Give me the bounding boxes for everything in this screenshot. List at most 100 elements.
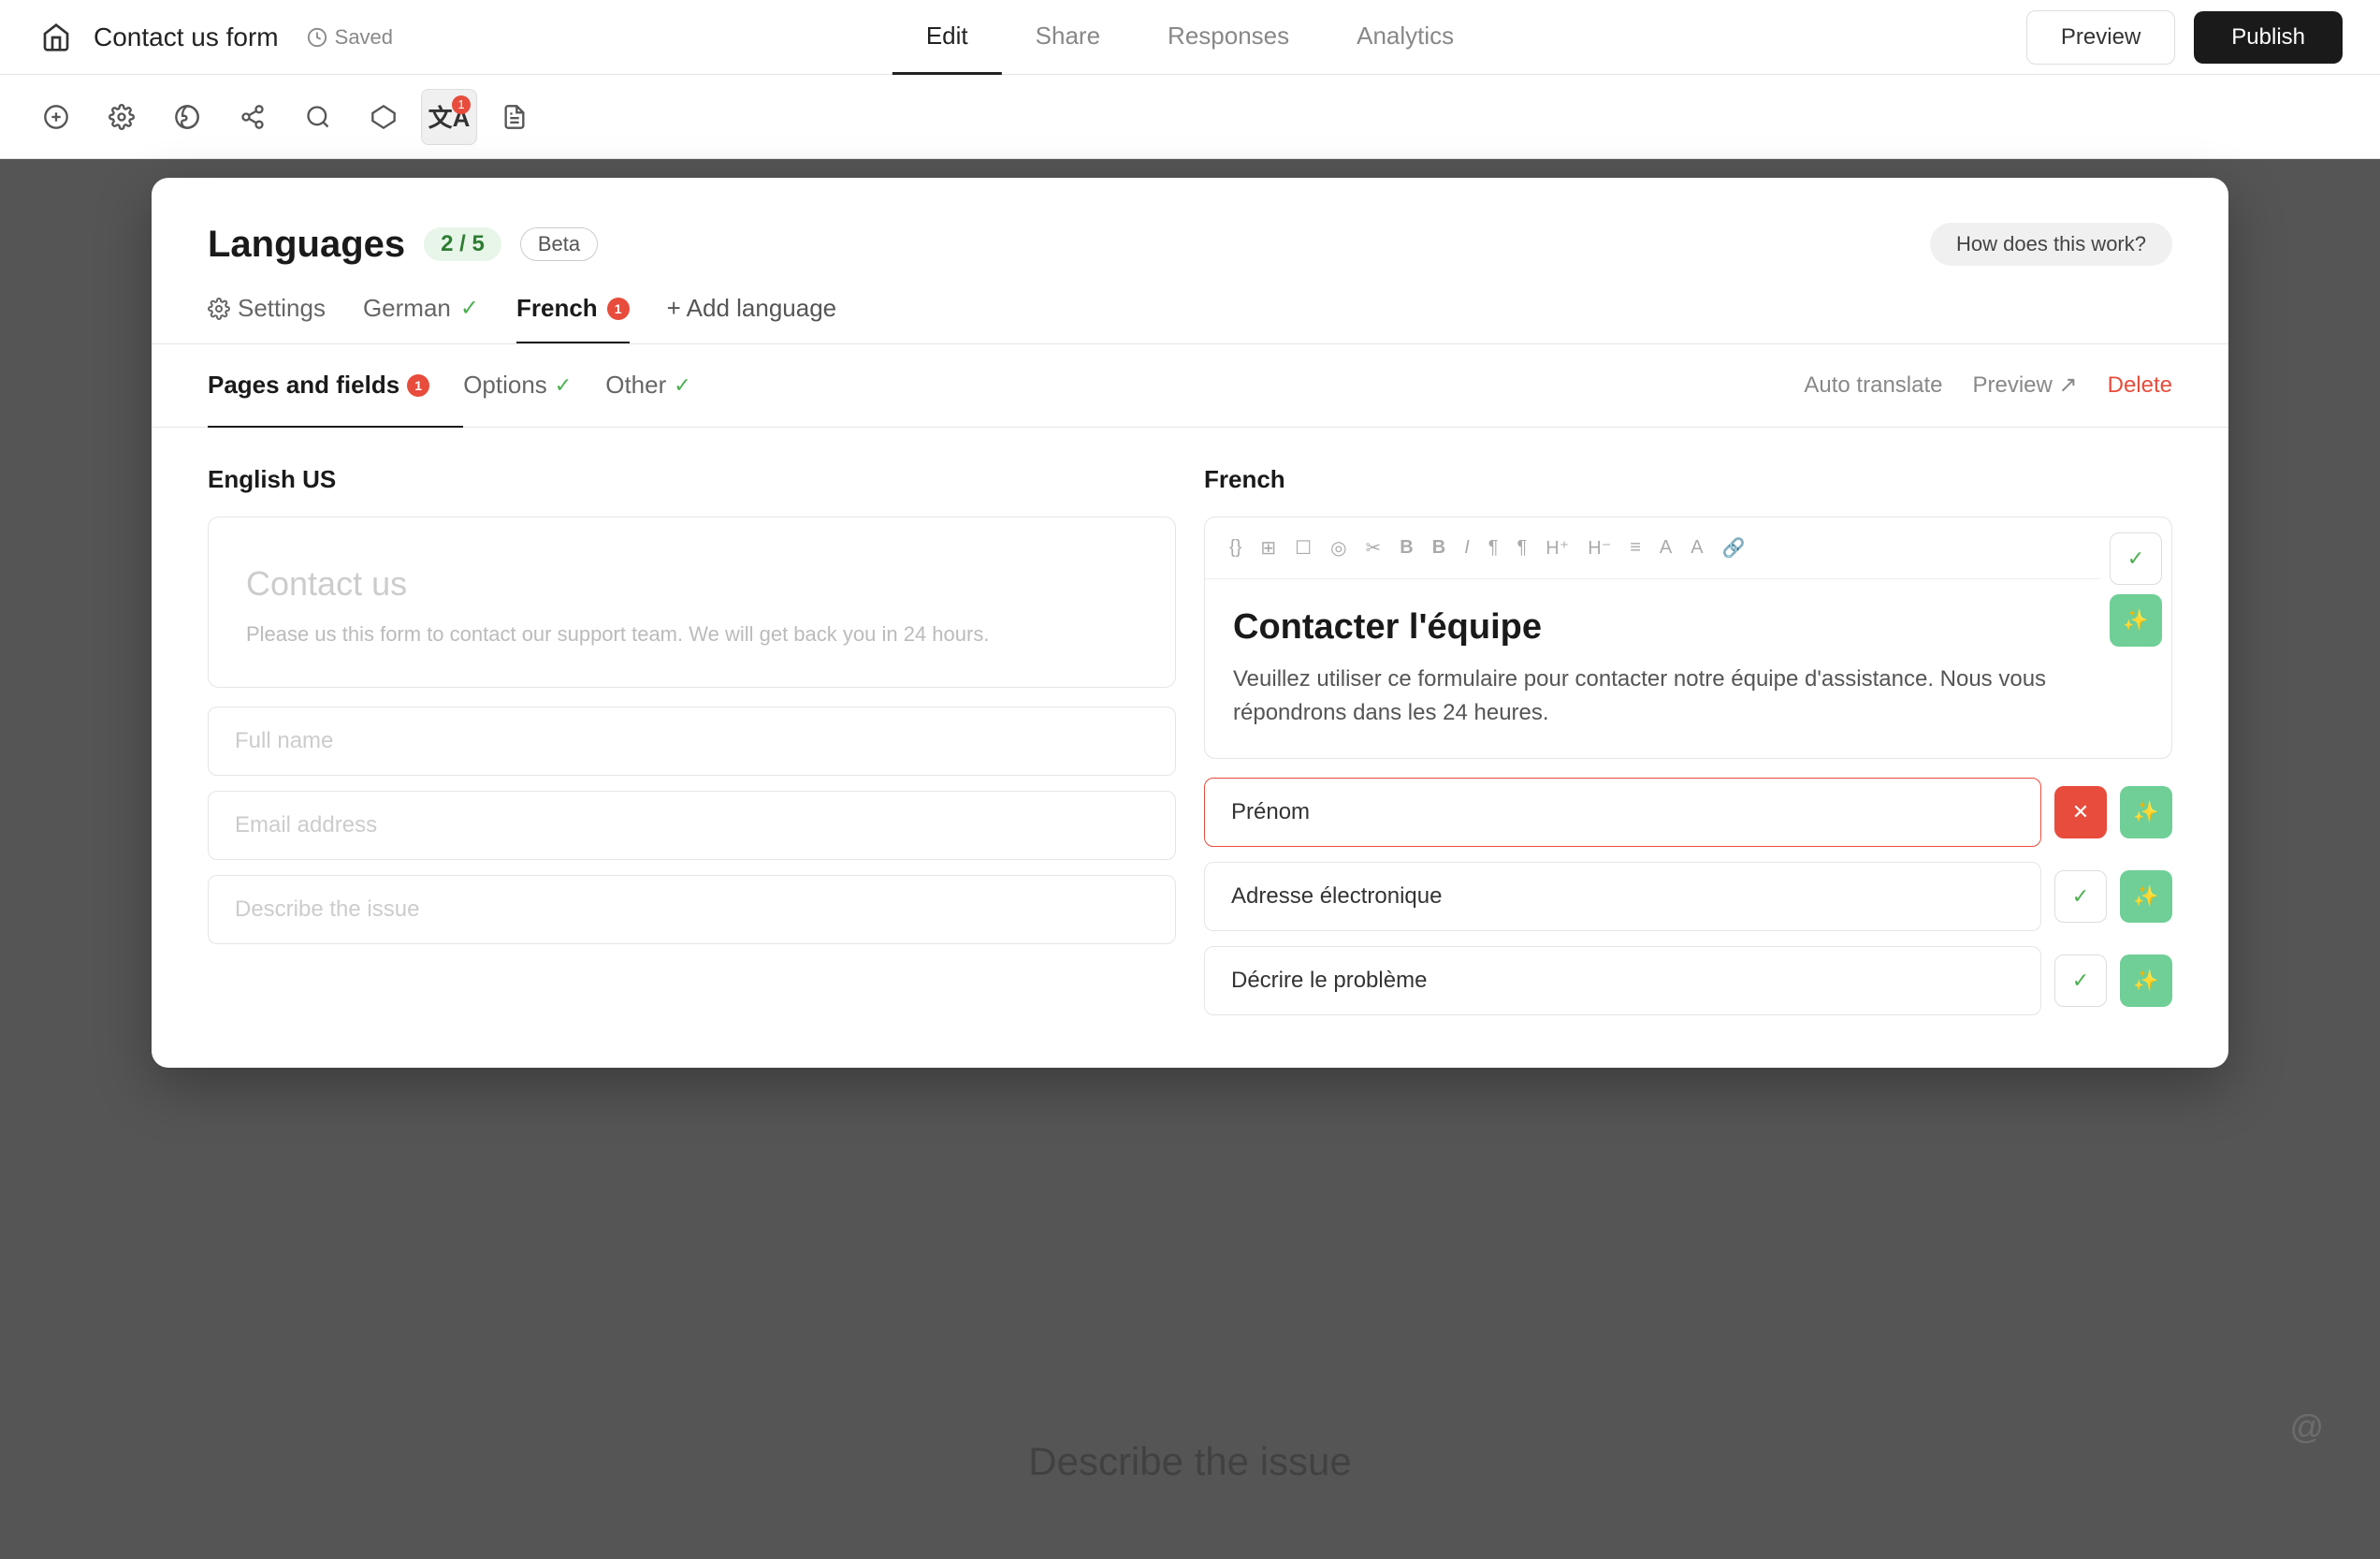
lang-count-badge: 2 / 5 — [424, 227, 501, 261]
sub-tab-group: Pages and fields 1 Options ✓ Other ✓ — [208, 344, 725, 427]
translate-icon[interactable]: 文A 1 — [421, 89, 477, 145]
tool-h2[interactable]: H⁻ — [1582, 532, 1617, 563]
home-icon[interactable] — [37, 19, 75, 56]
sub-tab-options[interactable]: Options ✓ — [463, 344, 605, 428]
fr-field-email[interactable] — [1204, 862, 2041, 931]
sub-tab-other[interactable]: Other ✓ — [605, 344, 724, 428]
fr-field-row-3: ✓ ✨ — [1204, 946, 2172, 1015]
settings-icon[interactable] — [94, 89, 150, 145]
toolbar: 文A 1 — [0, 75, 2380, 159]
fr-field-row-2: ✓ ✨ — [1204, 862, 2172, 931]
lang-tab-add[interactable]: + Add language — [667, 294, 836, 343]
translate-badge: 1 — [452, 95, 471, 114]
en-form-title: Contact us — [246, 564, 1138, 604]
nav-tab-edit[interactable]: Edit — [892, 0, 1002, 75]
connect-icon[interactable] — [356, 89, 412, 145]
fr-editor-wand-btn[interactable]: ✨ — [2110, 594, 2162, 647]
beta-badge: Beta — [520, 227, 598, 261]
share-icon[interactable] — [225, 89, 281, 145]
tool-grid[interactable]: ⊞ — [1255, 532, 1282, 563]
search-icon[interactable] — [290, 89, 346, 145]
auto-translate-button[interactable]: Auto translate — [1804, 372, 1942, 399]
french-error-badge: 1 — [607, 298, 630, 320]
tool-bold2[interactable]: B — [1427, 533, 1451, 562]
tool-bold1[interactable]: B — [1394, 533, 1418, 562]
sub-tab-options-label: Options — [463, 371, 547, 400]
lang-tab-german-label: German — [363, 294, 451, 323]
tool-italic[interactable]: I — [1458, 533, 1475, 562]
tool-clear[interactable]: A — [1685, 533, 1708, 562]
preview-button[interactable]: Preview — [2026, 10, 2175, 65]
translation-content: English US Contact us Please us this for… — [152, 428, 2228, 1068]
sub-tabs: Pages and fields 1 Options ✓ Other ✓ Aut… — [152, 344, 2228, 428]
nav-tab-share[interactable]: Share — [1002, 0, 1134, 75]
lang-tab-french[interactable]: French 1 — [516, 294, 630, 343]
fr-editor-check-btn[interactable]: ✓ — [2110, 532, 2162, 585]
fr-editor-toolbar: {} ⊞ ☐ ◎ ✂ B B I ¶ ¶ H⁺ H⁻ ≡ — [1205, 517, 2100, 579]
options-check-icon: ✓ — [555, 373, 572, 398]
publish-button[interactable]: Publish — [2194, 11, 2343, 64]
document-icon[interactable] — [486, 89, 543, 145]
en-field-fullname: Full name — [208, 707, 1176, 776]
fr-field-describe-wand-btn[interactable]: ✨ — [2120, 954, 2172, 1007]
modal-title-group: Languages 2 / 5 Beta — [208, 224, 598, 266]
nav-actions: Preview Publish — [2026, 10, 2343, 65]
fr-editor-inner: {} ⊞ ☐ ◎ ✂ B B I ¶ ¶ H⁺ H⁻ ≡ — [1205, 517, 2100, 758]
modal-overlay: Languages 2 / 5 Beta How does this work?… — [0, 159, 2380, 1559]
en-form-desc: Please us this form to contact our suppo… — [246, 619, 1138, 649]
en-field-email: Email address — [208, 791, 1176, 860]
fr-field-prenom-wand-btn[interactable]: ✨ — [2120, 786, 2172, 838]
fr-editor-content[interactable]: Contacter l'équipe Veuillez utiliser ce … — [1205, 579, 2100, 758]
fr-title: Contacter l'équipe — [1233, 607, 2072, 648]
lang-tabs: Settings German ✓ French 1 + Add languag… — [152, 266, 2228, 344]
other-check-icon: ✓ — [674, 373, 690, 398]
tool-list1[interactable]: ¶ — [1483, 533, 1504, 562]
german-check-icon: ✓ — [460, 295, 479, 322]
en-form-preview: Contact us Please us this form to contac… — [208, 517, 1176, 688]
fr-editor-box: {} ⊞ ☐ ◎ ✂ B B I ¶ ¶ H⁺ H⁻ ≡ — [1204, 517, 2172, 759]
fr-field-email-check-btn[interactable]: ✓ — [2054, 870, 2107, 923]
sub-tab-pages[interactable]: Pages and fields 1 — [208, 344, 463, 428]
lang-tab-settings-label: Settings — [238, 294, 326, 323]
preview-link[interactable]: Preview ↗ — [1972, 372, 2077, 399]
top-nav: Contact us form Saved Edit Share Respons… — [0, 0, 2380, 75]
tool-h1[interactable]: H⁺ — [1540, 532, 1575, 563]
fr-field-describe-check-btn[interactable]: ✓ — [2054, 954, 2107, 1007]
lang-tab-french-label: French — [516, 294, 598, 323]
lang-tab-settings[interactable]: Settings — [208, 294, 326, 343]
fr-field-prenom[interactable] — [1204, 778, 2041, 847]
nav-tabs: Edit Share Responses Analytics — [892, 0, 1488, 75]
nav-tab-analytics[interactable]: Analytics — [1323, 0, 1488, 75]
modal-title: Languages — [208, 224, 405, 266]
languages-modal: Languages 2 / 5 Beta How does this work?… — [152, 178, 2228, 1068]
app-title: Contact us form — [94, 22, 279, 52]
fr-field-prenom-error-btn[interactable]: ✕ — [2054, 786, 2107, 838]
fr-desc: Veuillez utiliser ce formulaire pour con… — [1233, 663, 2072, 730]
tool-circle[interactable]: ◎ — [1325, 532, 1352, 563]
how-does-button[interactable]: How does this work? — [1930, 223, 2172, 266]
tool-color[interactable]: A — [1654, 533, 1677, 562]
fr-col-header: French — [1204, 465, 2172, 494]
pages-badge: 1 — [407, 374, 429, 397]
tool-link[interactable]: 🔗 — [1717, 532, 1751, 563]
theme-icon[interactable] — [159, 89, 215, 145]
french-column: French {} ⊞ ☐ ◎ ✂ B B I ¶ — [1204, 465, 2172, 1030]
nav-tab-responses[interactable]: Responses — [1134, 0, 1323, 75]
tool-align[interactable]: ≡ — [1624, 533, 1647, 562]
sub-tab-other-label: Other — [605, 371, 666, 400]
saved-status: Saved — [307, 25, 393, 50]
fr-editor-actions: ✓ ✨ — [2100, 517, 2171, 758]
tool-list2[interactable]: ¶ — [1512, 533, 1533, 562]
tool-code[interactable]: {} — [1224, 533, 1247, 562]
en-field-describe: Describe the issue — [208, 875, 1176, 944]
lang-tab-german[interactable]: German ✓ — [363, 294, 479, 343]
fr-field-email-wand-btn[interactable]: ✨ — [2120, 870, 2172, 923]
english-column: English US Contact us Please us this for… — [208, 465, 1176, 1030]
fr-field-describe[interactable] — [1204, 946, 2041, 1015]
sub-tab-actions: Auto translate Preview ↗ Delete — [1804, 372, 2172, 399]
tool-box[interactable]: ☐ — [1289, 532, 1317, 563]
tool-scissors[interactable]: ✂ — [1360, 532, 1387, 563]
delete-button[interactable]: Delete — [2108, 372, 2172, 399]
sub-tab-pages-label: Pages and fields — [208, 371, 399, 400]
add-icon[interactable] — [28, 89, 84, 145]
